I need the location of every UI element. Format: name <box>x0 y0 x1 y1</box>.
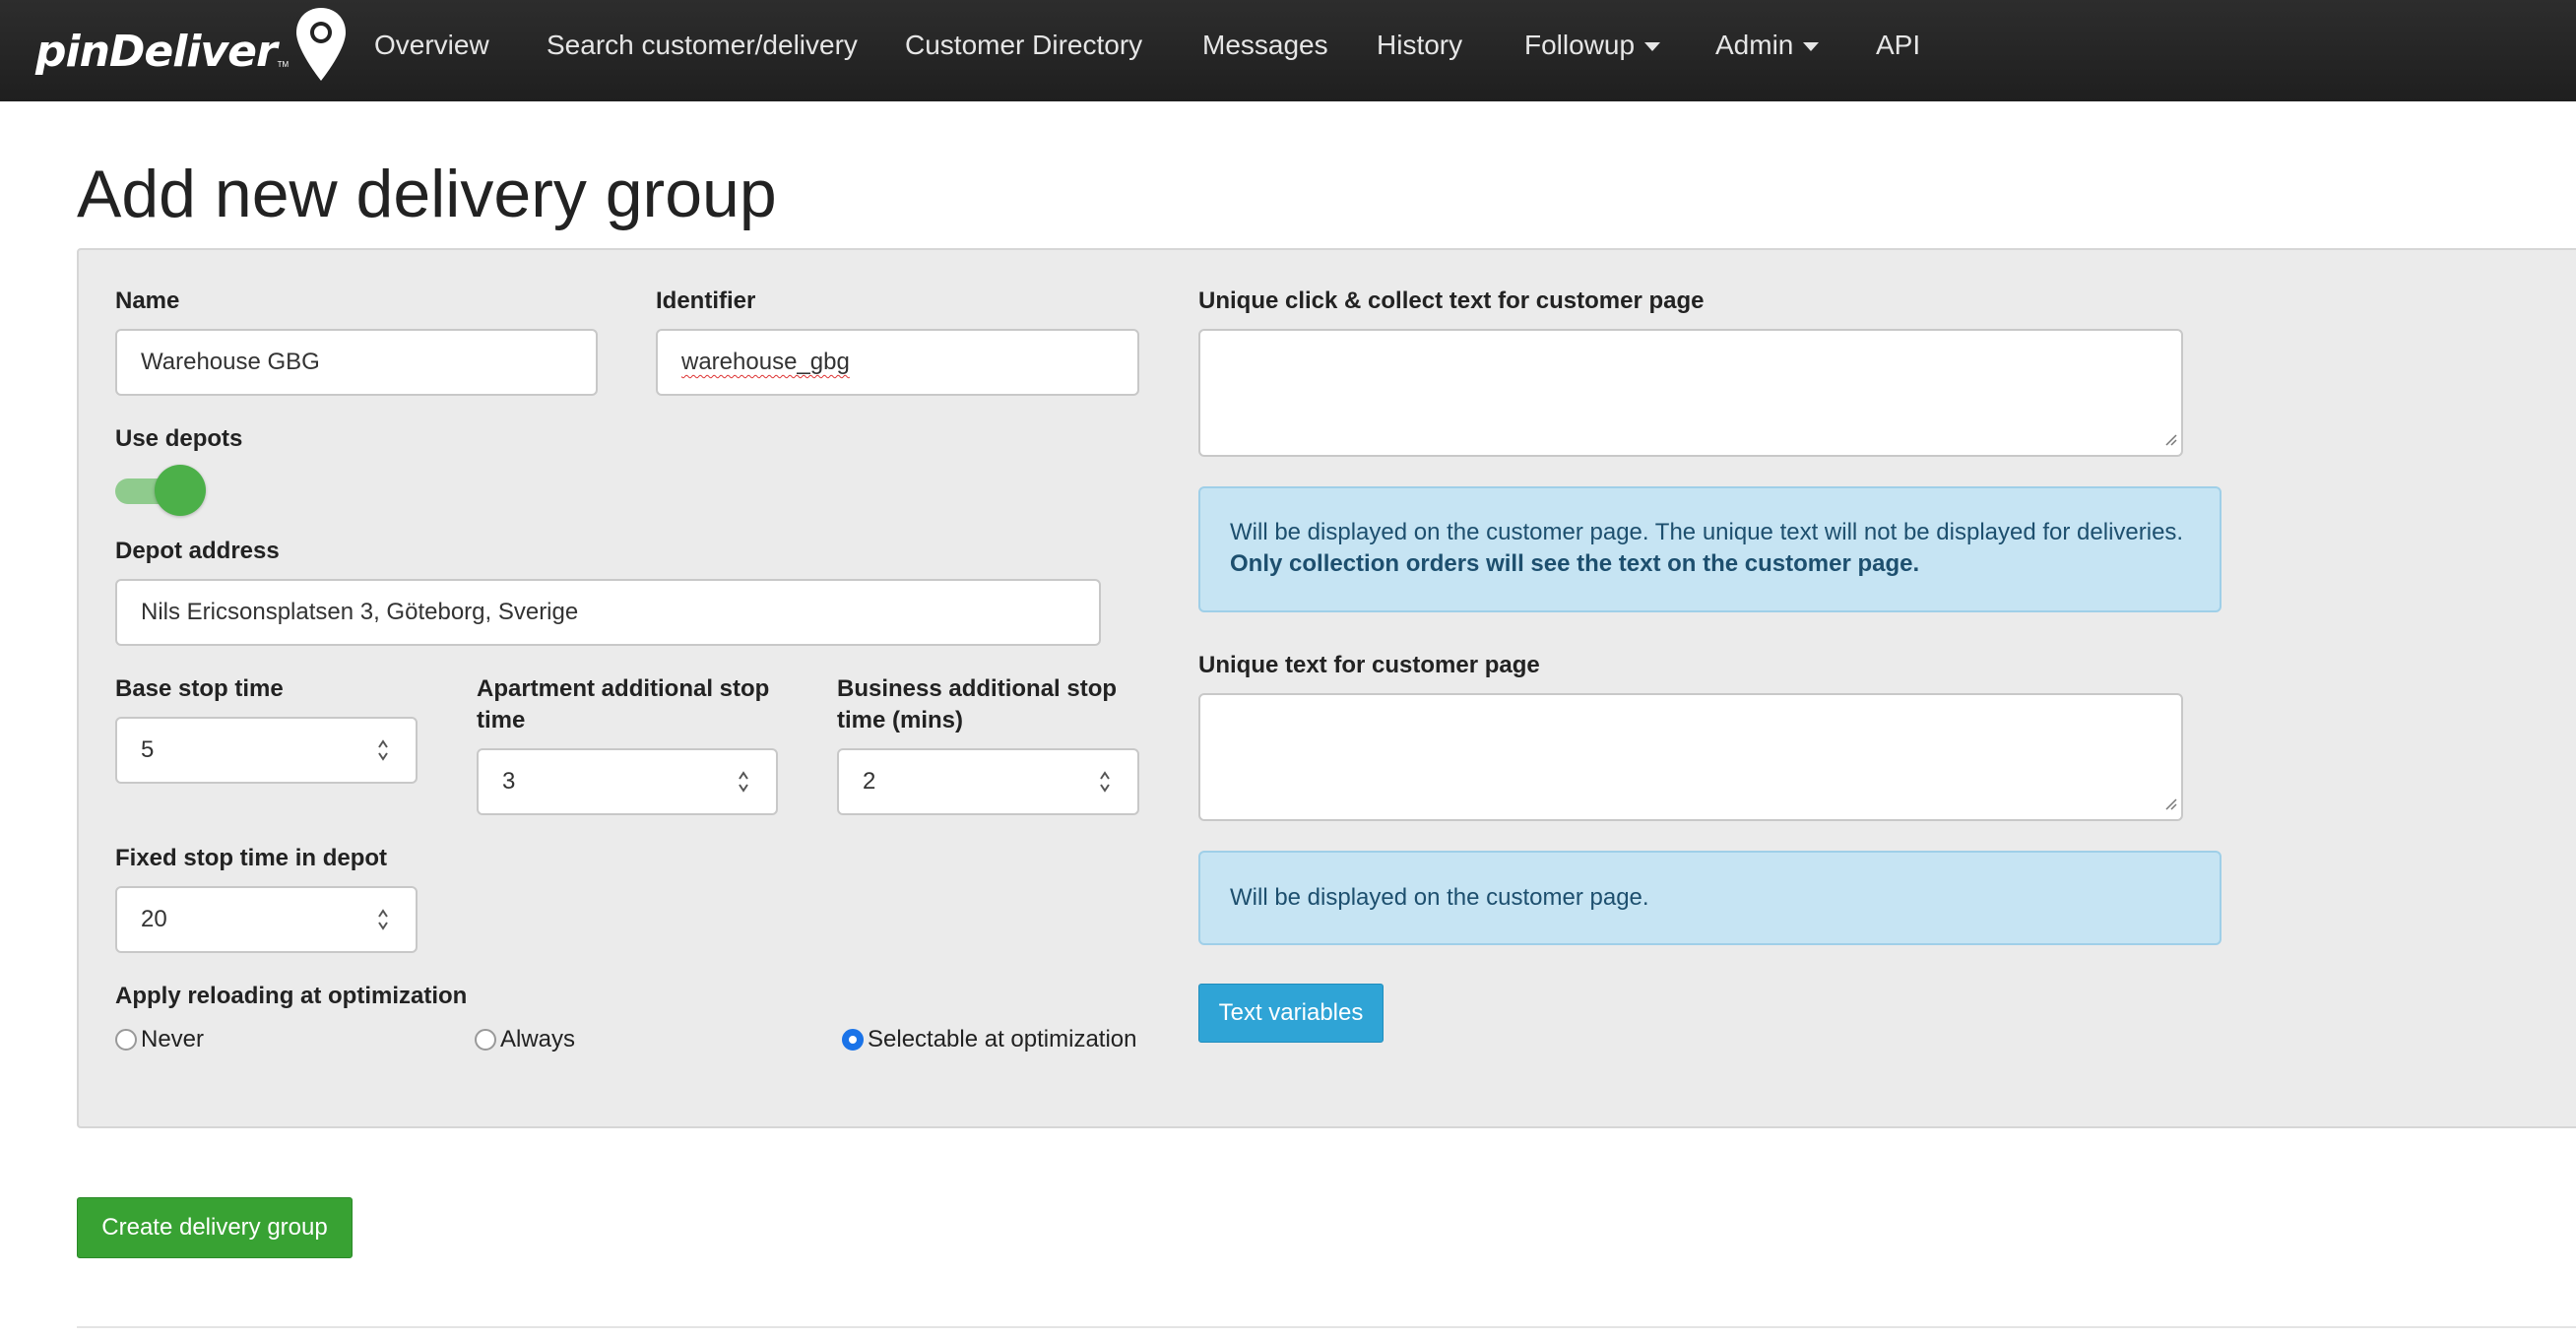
number-spinner-icon[interactable] <box>737 768 750 796</box>
radio-never[interactable]: Never <box>115 1026 204 1053</box>
divider <box>77 1326 2576 1328</box>
nav-messages[interactable]: Messages <box>1202 30 1328 61</box>
number-spinner-icon[interactable] <box>1098 768 1112 796</box>
name-label: Name <box>115 287 180 314</box>
apartment-stop-time-value: 3 <box>502 768 516 795</box>
top-navbar: pinDeliver TM Overview Search customer/d… <box>0 0 2576 101</box>
customer-page-text-label: Unique text for customer page <box>1198 652 1540 678</box>
radio-circle <box>475 1029 496 1051</box>
apartment-stop-time-label-line2: time <box>477 707 526 733</box>
base-stop-time-input[interactable]: 5 <box>115 717 418 784</box>
click-collect-info-line1: Will be displayed on the customer page. … <box>1230 519 2184 545</box>
reloading-label: Apply reloading at optimization <box>115 983 468 1009</box>
brand-name: pinDeliver <box>35 26 278 77</box>
depot-address-label: Depot address <box>115 538 280 564</box>
fixed-depot-time-label: Fixed stop time in depot <box>115 845 388 871</box>
click-collect-textarea[interactable] <box>1198 329 2183 457</box>
fixed-depot-time-value: 20 <box>141 906 167 932</box>
brand-trademark: TM <box>277 60 290 69</box>
business-stop-time-value: 2 <box>863 768 876 795</box>
resize-grip-icon[interactable] <box>2163 432 2177 451</box>
radio-selectable-label: Selectable at optimization <box>868 1026 1137 1052</box>
caret-down-icon <box>1803 42 1820 52</box>
click-collect-text-label: Unique click & collect text for customer… <box>1198 287 1705 314</box>
click-collect-info-alert: Will be displayed on the customer page. … <box>1198 486 2222 612</box>
create-delivery-group-button[interactable]: Create delivery group <box>77 1197 353 1258</box>
map-pin-icon <box>294 6 348 90</box>
radio-circle <box>115 1029 137 1051</box>
nav-search[interactable]: Search customer/delivery <box>547 30 858 61</box>
nav-followup-dropdown[interactable]: Followup <box>1524 30 1661 61</box>
text-variables-button[interactable]: Text variables <box>1198 984 1384 1043</box>
fixed-depot-time-input[interactable]: 20 <box>115 886 418 953</box>
business-stop-time-label-line1: Business additional stop <box>837 675 1118 702</box>
apartment-stop-time-label: Apartment additional stop time <box>477 673 769 736</box>
nav-customer-directory[interactable]: Customer Directory <box>905 30 1142 61</box>
radio-always[interactable]: Always <box>475 1026 575 1053</box>
identifier-label: Identifier <box>656 287 756 314</box>
click-collect-info-line2: Only collection orders will see the text… <box>1230 550 1920 577</box>
toggle-knob <box>155 465 206 516</box>
number-spinner-icon[interactable] <box>376 736 390 764</box>
nav-followup-label: Followup <box>1524 30 1636 60</box>
business-stop-time-label-line2: time (mins) <box>837 707 964 733</box>
nav-api[interactable]: API <box>1876 30 1920 61</box>
apartment-stop-time-input[interactable]: 3 <box>477 748 778 815</box>
depot-address-input[interactable]: Nils Ericsonsplatsen 3, Göteborg, Sverig… <box>115 579 1101 646</box>
business-stop-time-label: Business additional stop time (mins) <box>837 673 1117 736</box>
caret-down-icon <box>1644 42 1661 52</box>
radio-never-label: Never <box>141 1026 205 1052</box>
use-depots-label: Use depots <box>115 425 243 452</box>
radio-selectable[interactable]: Selectable at optimization <box>842 1026 1137 1053</box>
identifier-input[interactable]: warehouse_gbg <box>656 329 1139 396</box>
base-stop-time-value: 5 <box>141 736 155 763</box>
nav-history[interactable]: History <box>1377 30 1462 61</box>
number-spinner-icon[interactable] <box>376 906 390 933</box>
resize-grip-icon[interactable] <box>2163 797 2177 815</box>
base-stop-time-label: Base stop time <box>115 675 284 702</box>
page-title: Add new delivery group <box>77 157 777 231</box>
apartment-stop-time-label-line1: Apartment additional stop <box>477 675 770 702</box>
nav-overview[interactable]: Overview <box>374 30 489 61</box>
customer-page-textarea[interactable] <box>1198 693 2183 821</box>
business-stop-time-input[interactable]: 2 <box>837 748 1139 815</box>
use-depots-toggle[interactable] <box>115 465 206 516</box>
radio-circle-checked <box>842 1029 864 1051</box>
customer-page-info-alert: Will be displayed on the customer page. <box>1198 851 2222 945</box>
nav-admin-dropdown[interactable]: Admin <box>1715 30 1820 61</box>
brand-logo[interactable]: pinDeliver TM <box>35 7 348 93</box>
radio-always-label: Always <box>500 1026 576 1052</box>
nav-admin-label: Admin <box>1715 30 1794 60</box>
identifier-value: warehouse_gbg <box>681 349 850 375</box>
name-input[interactable]: Warehouse GBG <box>115 329 598 396</box>
